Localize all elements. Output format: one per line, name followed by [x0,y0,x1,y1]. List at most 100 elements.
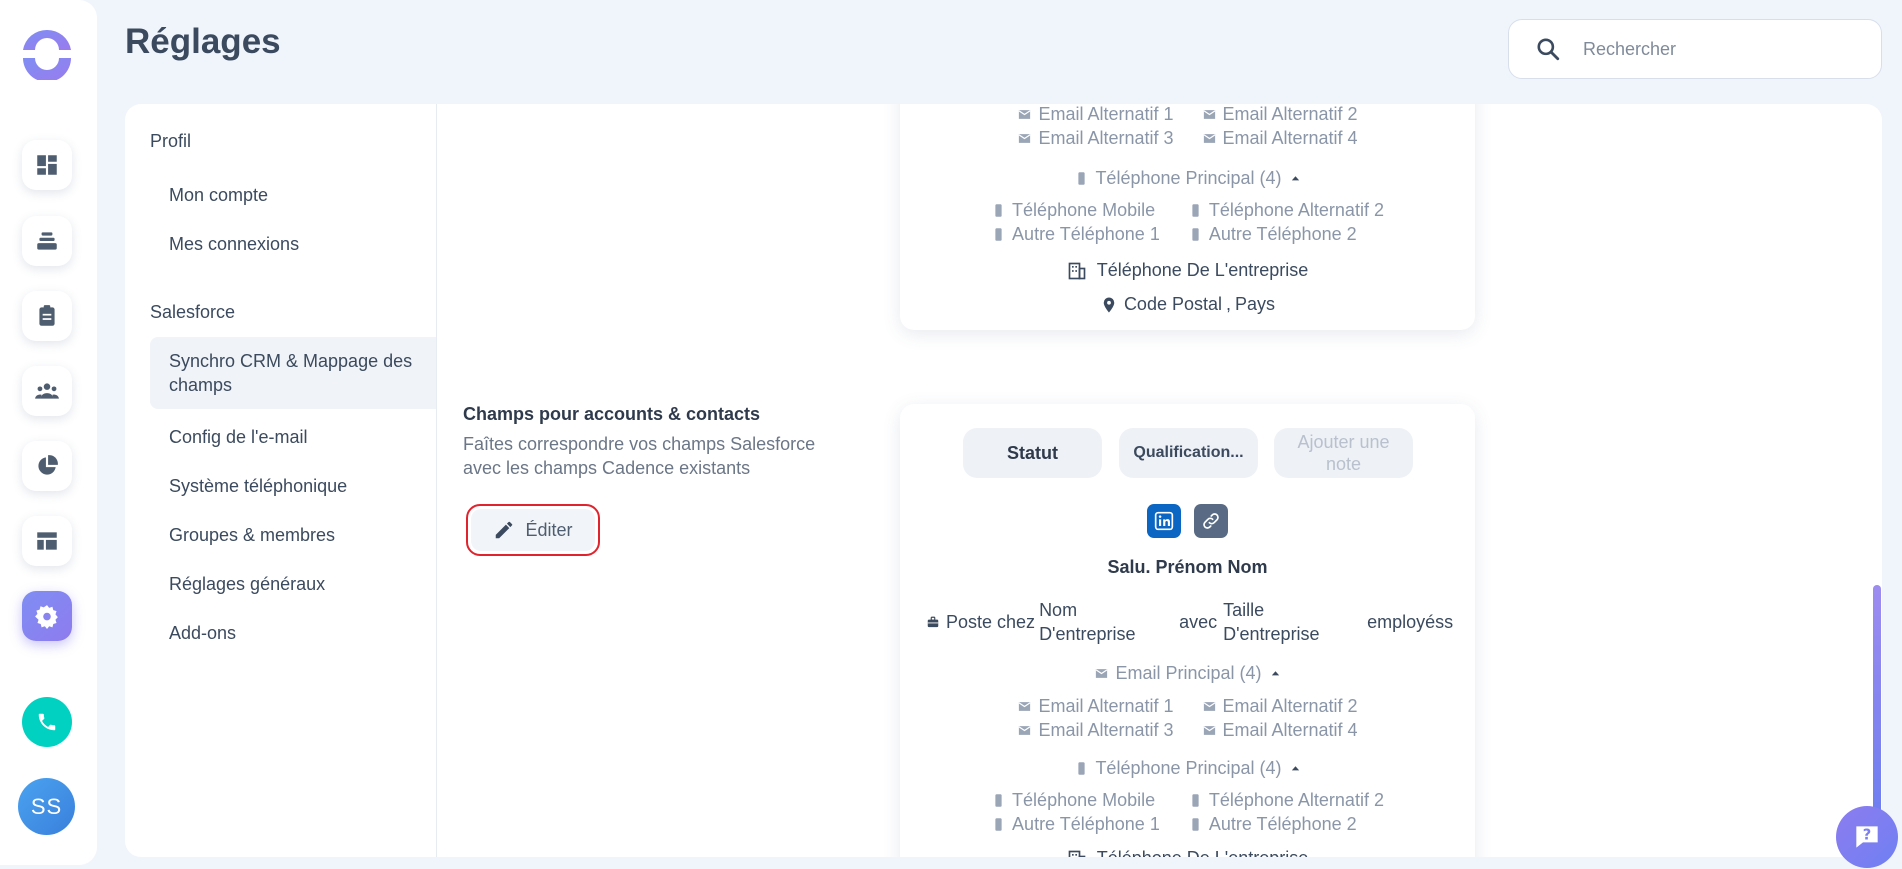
caret-up-icon [1271,671,1279,676]
link-button[interactable] [1194,504,1228,538]
section-description: Faîtes correspondre vos champs Salesforc… [463,434,816,478]
settings-nav-button[interactable] [22,591,72,641]
qualification-button[interactable]: Qualification... [1119,428,1258,478]
postal-code-label: Code Postal [1123,294,1222,314]
phone-alt-2: Téléphone Alternatif 2 [1208,200,1384,220]
mobile-phone-icon [1192,793,1199,807]
company-phone-row: Téléphone De L'entreprise [900,260,1475,281]
phone-principal-toggle[interactable]: Téléphone Principal (4) [900,758,1475,779]
mail-icon [1018,725,1031,735]
building-icon [1068,262,1086,279]
edit-button[interactable]: Éditer [466,504,600,556]
phone-mobile: Téléphone Mobile [1012,790,1156,810]
menu-header-salesforce: Salesforce [150,302,236,322]
location-row: Code Postal , Pays [900,294,1475,315]
section-title: Champs pour accounts & contacts [463,404,761,424]
company-phone-label: Téléphone De L'entreprise [1097,848,1309,857]
mobile-phone-icon [995,793,1002,807]
mobile-phone-icon [995,203,1002,217]
mobile-phone-icon [1192,227,1199,241]
job-company-row: Poste chez Nom D'entreprise avec Taille … [900,598,1475,646]
with-label: avec [1179,611,1218,632]
mobile-phone-icon [1192,203,1199,217]
email-alt-3: Email Alternatif 3 [1038,720,1174,740]
phone-principal-label: Téléphone Principal (4) [1095,758,1282,778]
page-title: Réglages [125,22,281,61]
scrollbar-thumb[interactable] [1873,585,1881,815]
link-icon [1203,513,1219,529]
email-alt-3: Email Alternatif 3 [1038,128,1174,148]
settings-panel: Profil Mon compte Mes connexions Salesfo… [125,104,1882,857]
linkedin-button[interactable] [1147,504,1181,538]
job-title-label: Poste chez [946,611,1036,632]
email-alt-1: Email Alternatif 1 [1038,696,1174,716]
tasks-nav-button[interactable] [22,291,72,341]
statistics-nav-button[interactable] [22,441,72,491]
mobile-phone-icon [995,227,1002,241]
phone-other-2: Autre Téléphone 2 [1208,224,1357,244]
cadence-logo-icon[interactable] [21,28,73,80]
people-nav-button[interactable] [22,366,72,416]
email-alt-4: Email Alternatif 4 [1222,128,1358,148]
email-principal-label: Email Principal (4) [1115,663,1262,683]
mail-icon [1203,701,1215,711]
caret-up-icon [1291,766,1299,771]
mail-icon [1018,701,1031,711]
mail-icon [1203,725,1215,735]
email-alt-2: Email Alternatif 2 [1222,104,1358,124]
phone-principal-toggle[interactable]: Téléphone Principal (4) [900,168,1475,189]
email-alt-4: Email Alternatif 4 [1222,720,1358,740]
email-alt-1: Email Alternatif 1 [1038,104,1174,124]
email-alternatives: Email Alternatif 1 Email Alternatif 3 Em… [900,694,1475,742]
country-label: Pays [1235,294,1276,314]
mobile-phone-icon [995,817,1002,831]
templates-nav-button[interactable] [22,516,72,566]
menu-item-mon-compte[interactable]: Mon compte [150,178,436,212]
template-icon [37,532,57,550]
dashboard-icon [37,155,57,175]
contact-preview-card-account: Email Alternatif 1 Email Alternatif 3 Em… [900,104,1475,330]
menu-item-reglages-generaux[interactable]: Réglages généraux [150,567,436,601]
menu-item-synchro-crm[interactable]: Synchro CRM & Mappage des champs [150,337,436,409]
dashboard-nav-button[interactable] [22,140,72,190]
linkedin-icon [1154,511,1174,531]
sidebar-rail: SS [0,0,97,865]
mail-icon [1018,109,1031,119]
edit-button-label: Éditer [525,519,573,540]
contact-name: Salu. Prénom Nom [1107,557,1268,577]
status-button[interactable]: Statut [963,428,1102,478]
cadences-nav-button[interactable] [22,216,72,266]
search-bar[interactable] [1508,19,1882,79]
menu-item-groupes-membres[interactable]: Groupes & membres [150,518,436,552]
pencil-icon [496,521,513,539]
contact-preview-card-contact: Statut Qualification... Ajouter une note… [900,404,1475,857]
mail-icon [1095,669,1108,678]
email-alt-2: Email Alternatif 2 [1222,696,1358,716]
pie-chart-icon [38,455,58,475]
people-icon [35,383,59,399]
avatar-initials: SS [30,793,63,819]
briefcase-icon [927,616,939,627]
user-avatar[interactable]: SS [18,778,75,835]
email-principal-toggle[interactable]: Email Principal (4) [900,663,1475,684]
help-button[interactable]: ? [1836,806,1898,868]
caret-up-icon [1291,176,1299,181]
menu-item-add-ons[interactable]: Add-ons [150,616,436,650]
dialer-button[interactable] [22,697,72,747]
mobile-phone-icon [1192,817,1199,831]
add-note-button[interactable]: Ajouter une note [1274,428,1413,478]
email-alternatives: Email Alternatif 1 Email Alternatif 3 Em… [900,104,1475,150]
phone-other-1: Autre Téléphone 1 [1012,814,1160,834]
search-input[interactable] [1583,38,1863,60]
company-phone-label: Téléphone De L'entreprise [1096,260,1309,280]
menu-item-systeme-telephonique[interactable]: Système téléphonique [150,469,436,503]
svg-text:?: ? [1863,827,1872,844]
menu-item-mes-connexions[interactable]: Mes connexions [150,227,436,261]
mail-icon [1203,109,1215,119]
mobile-phone-icon [1078,172,1086,185]
mail-icon [1018,133,1031,143]
menu-item-config-email[interactable]: Config de l'e-mail [150,420,436,454]
phone-principal-label: Téléphone Principal (4) [1095,168,1282,188]
location-pin-icon [1103,297,1115,312]
employees-label: employéss [1367,611,1454,632]
